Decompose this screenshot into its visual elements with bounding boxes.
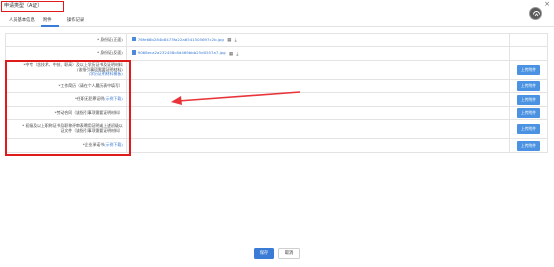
- tab-basic-info[interactable]: 人员基本信息: [9, 17, 35, 27]
- view-icon[interactable]: ▦: [229, 52, 233, 57]
- table-row: *中专（含技术、中技、职高）及以上学历证书及证明材料 (该指引事项需要证明材料)…: [5, 60, 548, 80]
- tab-operation-log[interactable]: 操作记录: [67, 17, 84, 27]
- cancel-button[interactable]: 取消: [278, 248, 300, 259]
- table-row: *任职无犯罪证明(示例下载) 上传附件: [5, 92, 548, 107]
- upload-button[interactable]: 上传附件: [516, 81, 541, 91]
- row-action: 上传附件: [509, 92, 548, 107]
- row-action: 上传附件: [509, 119, 548, 139]
- row-action: [509, 46, 548, 61]
- image-file-icon: [131, 50, 136, 55]
- row-value: [125, 106, 511, 120]
- save-button[interactable]: 保存: [254, 248, 274, 259]
- upload-button[interactable]: 上传附件: [516, 94, 541, 105]
- row-action: [509, 33, 548, 47]
- row-value: 9068eca2a232458c8d469bbb25d0557a7.jpg ▦ …: [125, 46, 511, 61]
- file-link[interactable]: 9068eca2a232458c8d469bbb25d0557a7.jpg: [131, 50, 226, 55]
- upload-button[interactable]: 上传附件: [516, 108, 541, 118]
- row-label: * 初级及以上职称证书及职称评审表聘用证明或上述初级以 证文件（该指引事项需要证…: [5, 119, 127, 139]
- upload-button[interactable]: 上传附件: [516, 124, 541, 134]
- row-label: *任职无犯罪证明(示例下载): [5, 92, 127, 107]
- view-icon[interactable]: ▦: [227, 38, 231, 43]
- table-row: * 身份证(正面) 76fe66b284b8473fa22a6541505697…: [5, 33, 548, 47]
- row-label: * 身份证(正面): [5, 33, 127, 47]
- upload-button[interactable]: 上传附件: [516, 140, 541, 151]
- row-label: *中专（含技术、中技、职高）及以上学历证书及证明材料 (该指引事项需要证明材料)…: [5, 60, 127, 80]
- table-row: *劳动合同（该指引事项需要证明材料） 上传附件: [5, 106, 548, 120]
- row-action: 上传附件: [509, 138, 548, 153]
- row-value: [125, 119, 511, 139]
- example-download-link[interactable]: (示例下载): [104, 142, 123, 147]
- tab-bar: 人员基本信息 附件 操作记录: [0, 14, 554, 27]
- table-row: *工作简历（请在个人履历表中填写） 上传附件: [5, 79, 548, 93]
- table-row: *企业承诺书(示例下载) 上传附件: [5, 138, 548, 153]
- row-value: 76fe66b284b8473fa22a6541505697c2b.jpg ▦ …: [125, 33, 511, 47]
- row-label: * 身份证(反面): [5, 46, 127, 61]
- row-action: 上传附件: [509, 60, 548, 80]
- dialog-titlebar: 申请类型（A证） ×: [0, 0, 554, 14]
- row-label: *企业承诺书(示例下载): [5, 138, 127, 153]
- row-value: [125, 92, 511, 107]
- download-icon[interactable]: ⤓: [235, 37, 237, 43]
- template-link[interactable]: (学历证明材料模板): [6, 72, 123, 77]
- table-row: * 初级及以上职称证书及职称评审表聘用证明或上述初级以 证文件（该指引事项需要证…: [5, 119, 548, 139]
- row-value: [125, 60, 511, 80]
- image-file-icon: [131, 36, 136, 42]
- row-action: 上传附件: [509, 106, 548, 120]
- file-link[interactable]: 76fe66b284b8473fa22a6541505697c2b.jpg: [131, 36, 224, 42]
- row-value: [125, 138, 511, 153]
- active-tab-indicator: [41, 25, 59, 27]
- download-icon[interactable]: ⤓: [236, 51, 238, 57]
- row-action: 上传附件: [509, 79, 548, 93]
- table-row: * 身份证(反面) 9068eca2a232458c8d469bbb25d055…: [5, 46, 548, 61]
- row-label: *工作简历（请在个人履历表中填写）: [5, 79, 127, 93]
- title-annotation-box: [1, 1, 64, 12]
- upload-button[interactable]: 上传附件: [516, 65, 541, 75]
- close-icon[interactable]: ×: [544, 1, 550, 8]
- row-label: *劳动合同（该指引事项需要证明材料）: [5, 106, 127, 120]
- example-download-link[interactable]: (示例下载): [104, 96, 123, 101]
- row-value: [125, 79, 511, 93]
- attachments-table: * 身份证(正面) 76fe66b284b8473fa22a6541505697…: [5, 33, 548, 153]
